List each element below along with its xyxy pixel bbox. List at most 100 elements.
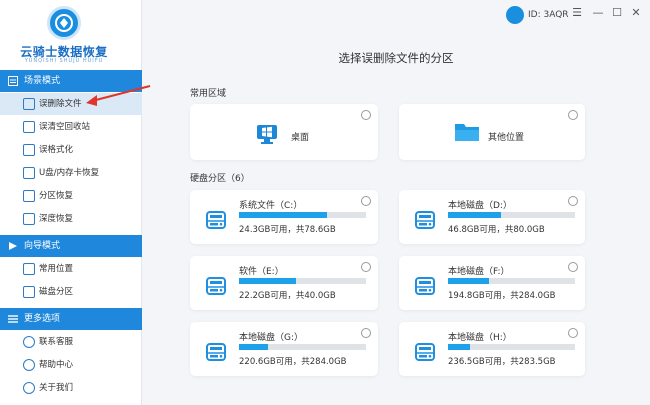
- radio-button[interactable]: [361, 110, 371, 120]
- nav-recycle-bin[interactable]: 误清空回收站: [0, 116, 142, 138]
- usage-bar: [239, 344, 366, 350]
- hard-disk-icon: [415, 343, 435, 361]
- partitions-title: 硬盘分区（6）: [190, 174, 250, 184]
- section-guide-mode: 向导模式: [0, 235, 142, 257]
- section-title: 更多选项: [24, 314, 61, 324]
- radio-button[interactable]: [568, 196, 578, 206]
- nav-partition[interactable]: 分区恢复: [0, 185, 142, 207]
- radio-button[interactable]: [568, 262, 578, 272]
- help-icon: [23, 359, 35, 371]
- partition-name: 本地磁盘（H:）: [448, 333, 512, 343]
- partition-capacity: 24.3GB可用，共78.6GB: [239, 225, 336, 235]
- nav-label: 联系客服: [39, 337, 74, 347]
- menu-icon: [8, 315, 18, 323]
- partition-card[interactable]: 本地磁盘（D:） 46.8GB可用，共80.0GB: [399, 190, 585, 244]
- windows-desktop-icon: [257, 125, 277, 144]
- usage-bar-fill: [239, 212, 327, 218]
- nav-format[interactable]: 误格式化: [0, 139, 142, 161]
- usage-bar-fill: [448, 212, 502, 218]
- disk-icon: [23, 286, 35, 298]
- partition-capacity: 46.8GB可用，共80.0GB: [448, 225, 545, 235]
- format-icon: [23, 144, 35, 156]
- nav-deep-scan[interactable]: 深度恢复: [0, 208, 142, 230]
- delete-file-icon: [23, 98, 35, 110]
- location-card-desktop[interactable]: 桌面: [190, 104, 378, 160]
- minimize-button[interactable]: —: [592, 7, 604, 19]
- folder-icon: [455, 124, 479, 141]
- nav-label: 误格式化: [39, 145, 74, 155]
- partition-capacity: 236.5GB可用，共283.5GB: [448, 357, 556, 367]
- nav-label: 深度恢复: [39, 214, 74, 224]
- usage-bar: [448, 212, 575, 218]
- partition-capacity: 194.8GB可用，共284.0GB: [448, 291, 556, 301]
- deep-scan-icon: [23, 213, 35, 225]
- scene-mode-icon: [8, 76, 18, 86]
- nav-label: 误删除文件: [39, 99, 82, 109]
- nav-label: 分区恢复: [39, 191, 74, 201]
- usage-bar-fill: [239, 278, 297, 284]
- support-icon: [23, 336, 35, 348]
- radio-button[interactable]: [568, 110, 578, 120]
- nav-about[interactable]: 关于我们: [0, 377, 142, 399]
- partition-card[interactable]: 软件（E:） 22.2GB可用，共40.0GB: [190, 256, 378, 310]
- partition-capacity: 22.2GB可用，共40.0GB: [239, 291, 336, 301]
- section-more-options: 更多选项: [0, 308, 142, 330]
- page-title: 选择误删除文件的分区: [338, 51, 454, 65]
- nav-label: 误清空回收站: [39, 122, 91, 132]
- recycle-bin-icon: [23, 121, 35, 133]
- radio-button[interactable]: [568, 328, 578, 338]
- avatar: [506, 6, 524, 24]
- location-icon: [23, 263, 35, 275]
- location-label: 其他位置: [488, 133, 525, 143]
- radio-button[interactable]: [361, 262, 371, 272]
- nav-common-location[interactable]: 常用位置: [0, 258, 142, 280]
- section-title: 场景模式: [24, 76, 61, 86]
- hard-disk-icon: [206, 343, 226, 361]
- maximize-button[interactable]: ☐: [611, 7, 623, 19]
- hard-disk-icon: [206, 277, 226, 295]
- app-logo: 云骑士数据恢复 YUNQISHI SHUJU HUIFU: [0, 0, 142, 70]
- usb-icon: [23, 167, 35, 179]
- usage-bar-fill: [448, 344, 470, 350]
- usage-bar: [448, 278, 575, 284]
- nav-disk-partition[interactable]: 磁盘分区: [0, 281, 142, 303]
- guide-mode-icon: [9, 242, 17, 250]
- hard-disk-icon: [206, 211, 226, 229]
- partition-name: 本地磁盘（F:）: [448, 267, 510, 277]
- hard-disk-icon: [415, 211, 435, 229]
- nav-usb[interactable]: U盘/内存卡恢复: [0, 162, 142, 184]
- account-info[interactable]: ID: 3AQR: [506, 6, 569, 24]
- partition-icon: [23, 190, 35, 202]
- usage-bar: [239, 278, 366, 284]
- section-title: 向导模式: [24, 241, 61, 251]
- partition-card[interactable]: 本地磁盘（F:） 194.8GB可用，共284.0GB: [399, 256, 585, 310]
- nav-support[interactable]: 联系客服: [0, 331, 142, 353]
- usage-bar: [448, 344, 575, 350]
- partition-card[interactable]: 本地磁盘（G:） 220.6GB可用，共284.0GB: [190, 322, 378, 376]
- usage-bar-fill: [239, 344, 269, 350]
- radio-button[interactable]: [361, 196, 371, 206]
- nav-help[interactable]: 帮助中心: [0, 354, 142, 376]
- partition-capacity: 220.6GB可用，共284.0GB: [239, 357, 347, 367]
- partition-name: 软件（E:）: [239, 267, 284, 277]
- partition-name: 本地磁盘（D:）: [448, 201, 512, 211]
- logo-icon: [47, 6, 81, 40]
- nav-label: 常用位置: [39, 264, 74, 274]
- close-button[interactable]: ✕: [630, 7, 642, 19]
- partition-name: 本地磁盘（G:）: [239, 333, 304, 343]
- account-id: ID: 3AQR: [528, 10, 569, 20]
- sidebar: 云骑士数据恢复 YUNQISHI SHUJU HUIFU 场景模式 误删除文件 …: [0, 0, 142, 405]
- menu-button[interactable]: ☰: [571, 7, 583, 19]
- location-label: 桌面: [291, 133, 310, 143]
- partition-card[interactable]: 系统文件（C:） 24.3GB可用，共78.6GB: [190, 190, 378, 244]
- usage-bar: [239, 212, 366, 218]
- app-subtitle: YUNQISHI SHUJU HUIFU: [24, 58, 104, 64]
- radio-button[interactable]: [361, 328, 371, 338]
- nav-label: 磁盘分区: [39, 287, 74, 297]
- partition-card[interactable]: 本地磁盘（H:） 236.5GB可用，共283.5GB: [399, 322, 585, 376]
- common-area-title: 常用区域: [190, 89, 227, 99]
- partition-name: 系统文件（C:）: [239, 201, 303, 211]
- nav-label: 帮助中心: [39, 360, 74, 370]
- annotation-arrow-icon: [86, 85, 151, 106]
- location-card-other[interactable]: 其他位置: [399, 104, 585, 160]
